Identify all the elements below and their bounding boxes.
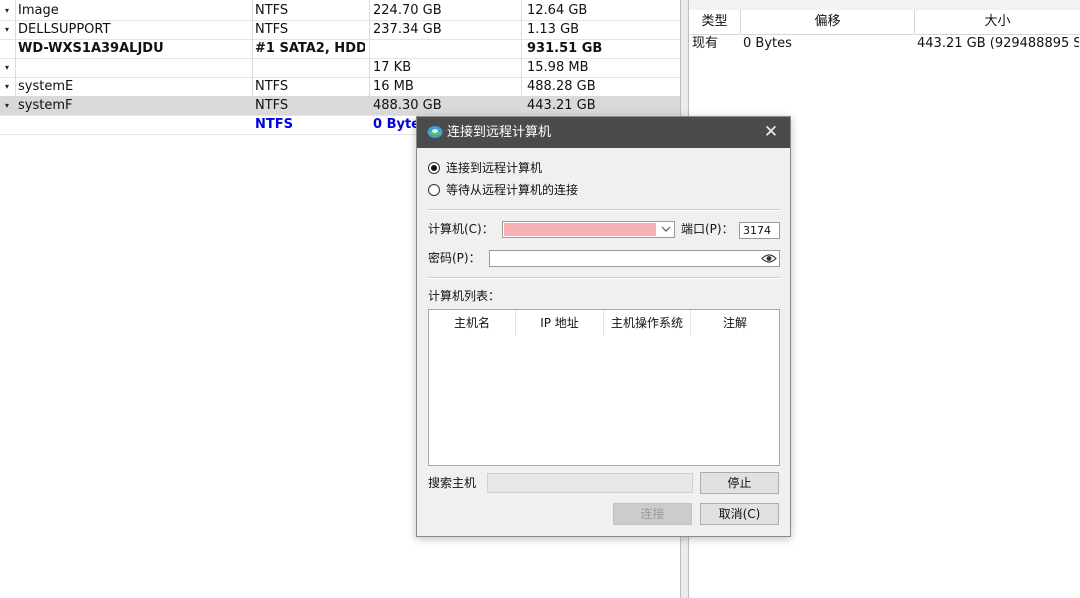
radio-wait-label: 等待从远程计算机的连接 bbox=[446, 183, 579, 197]
column-header-ip[interactable]: IP 地址 bbox=[516, 310, 604, 336]
expand-arrow-icon bbox=[0, 115, 14, 134]
expand-arrow-icon[interactable]: ▾ bbox=[0, 1, 14, 20]
partition-free: 443.21 GB bbox=[527, 98, 596, 113]
partition-name: systemF bbox=[18, 98, 73, 113]
table-row[interactable]: ▾ systemE NTFS 16 MB 488.28 GB bbox=[0, 77, 680, 97]
disk-interface: #1 SATA2, HDD bbox=[255, 41, 365, 56]
password-label: 密码(P)： bbox=[428, 251, 481, 265]
table-row[interactable]: ▾ DELLSUPPORT NTFS 237.34 GB 1.13 GB bbox=[0, 20, 680, 40]
port-input[interactable]: 3174 bbox=[739, 222, 780, 239]
radio-wait-connection[interactable]: 等待从远程计算机的连接 bbox=[428, 181, 578, 199]
column-header-hostname[interactable]: 主机名 bbox=[429, 310, 516, 336]
expand-arrow-icon[interactable]: ▾ bbox=[0, 58, 14, 77]
chevron-down-icon[interactable] bbox=[658, 222, 673, 237]
partition-capacity: 237.34 GB bbox=[373, 22, 442, 37]
partition-capacity: 488.30 GB bbox=[373, 98, 442, 113]
disk-capacity bbox=[373, 39, 518, 58]
password-input[interactable] bbox=[489, 250, 780, 267]
connect-remote-dialog: 连接到远程计算机 ✕ 连接到远程计算机 等待从远程计算机的连接 计算机(C)： … bbox=[416, 116, 791, 537]
expand-arrow-icon[interactable]: ▾ bbox=[0, 20, 14, 39]
divider bbox=[428, 209, 780, 211]
expand-arrow-icon[interactable]: ▾ bbox=[0, 96, 14, 115]
partition-name: DELLSUPPORT bbox=[18, 22, 111, 37]
eye-icon[interactable] bbox=[761, 252, 777, 265]
partition-free: 12.64 GB bbox=[527, 3, 588, 18]
expand-arrow-icon bbox=[0, 39, 14, 58]
partition-capacity: 16 MB bbox=[373, 79, 414, 94]
dialog-title: 连接到远程计算机 bbox=[447, 125, 552, 140]
disk-row[interactable]: WD-WXS1A39ALJDU #1 SATA2, HDD 931.51 GB bbox=[0, 39, 680, 59]
radio-selected-icon[interactable] bbox=[428, 162, 440, 174]
search-host-progress bbox=[487, 473, 693, 493]
close-icon[interactable]: ✕ bbox=[752, 117, 790, 148]
partition-free: 15.98 MB bbox=[527, 60, 589, 75]
partition-filesystem: NTFS bbox=[255, 22, 289, 37]
table-row-selected[interactable]: ▾ systemF NTFS 488.30 GB 443.21 GB bbox=[0, 96, 680, 116]
computer-label: 计算机(C)： bbox=[428, 222, 494, 236]
dialog-titlebar[interactable]: 连接到远程计算机 ✕ bbox=[417, 117, 790, 148]
disk-size: 931.51 GB bbox=[527, 41, 603, 56]
partition-name: systemE bbox=[18, 79, 74, 94]
radio-connect-remote[interactable]: 连接到远程计算机 bbox=[428, 159, 542, 177]
partition-free: 488.28 GB bbox=[527, 79, 596, 94]
column-header-type[interactable]: 类型 bbox=[689, 10, 740, 35]
computer-value-redacted bbox=[504, 223, 656, 236]
column-header-offset[interactable]: 偏移 bbox=[741, 10, 914, 35]
partition-filesystem: NTFS bbox=[255, 79, 289, 94]
partition-filesystem: NTFS bbox=[255, 3, 289, 18]
partition-filesystem: NTFS bbox=[255, 98, 289, 113]
cancel-button[interactable]: 取消(C) bbox=[700, 503, 779, 525]
column-header-note[interactable]: 注解 bbox=[691, 310, 779, 336]
computer-list-label: 计算机列表： bbox=[428, 289, 501, 303]
partition-free: 1.13 GB bbox=[527, 22, 580, 37]
radio-connect-label: 连接到远程计算机 bbox=[446, 161, 543, 175]
connect-button[interactable]: 连接 bbox=[613, 503, 692, 525]
divider bbox=[428, 277, 780, 279]
port-label: 端口(P)： bbox=[681, 222, 734, 236]
partition-filesystem: NTFS bbox=[255, 117, 293, 132]
partition-name: Image bbox=[18, 3, 59, 18]
table-row[interactable]: ▾ 17 KB 15.98 MB bbox=[0, 58, 680, 78]
partition-filesystem bbox=[255, 58, 365, 77]
info-offset: 0 Bytes bbox=[743, 36, 792, 51]
search-host-label: 搜索主机 bbox=[428, 476, 477, 490]
partition-capacity: 17 KB bbox=[373, 60, 412, 75]
partition-capacity: 224.70 GB bbox=[373, 3, 442, 18]
column-header-os[interactable]: 主机操作系统 bbox=[604, 310, 691, 336]
info-type: 现有 bbox=[692, 36, 719, 51]
column-header-size[interactable]: 大小 bbox=[915, 10, 1080, 35]
expand-arrow-icon[interactable]: ▾ bbox=[0, 77, 14, 96]
partition-name bbox=[18, 58, 248, 77]
radio-unselected-icon[interactable] bbox=[428, 184, 440, 196]
stop-button[interactable]: 停止 bbox=[700, 472, 779, 494]
table-row[interactable]: ▾ Image NTFS 224.70 GB 12.64 GB bbox=[0, 1, 680, 21]
info-size: 443.21 GB (929488895 S... bbox=[917, 36, 1079, 51]
remote-app-icon bbox=[427, 126, 443, 138]
computer-list[interactable]: 主机名 IP 地址 主机操作系统 注解 bbox=[428, 309, 780, 466]
computer-combobox[interactable] bbox=[502, 221, 675, 238]
disk-name: WD-WXS1A39ALJDU bbox=[18, 41, 164, 56]
